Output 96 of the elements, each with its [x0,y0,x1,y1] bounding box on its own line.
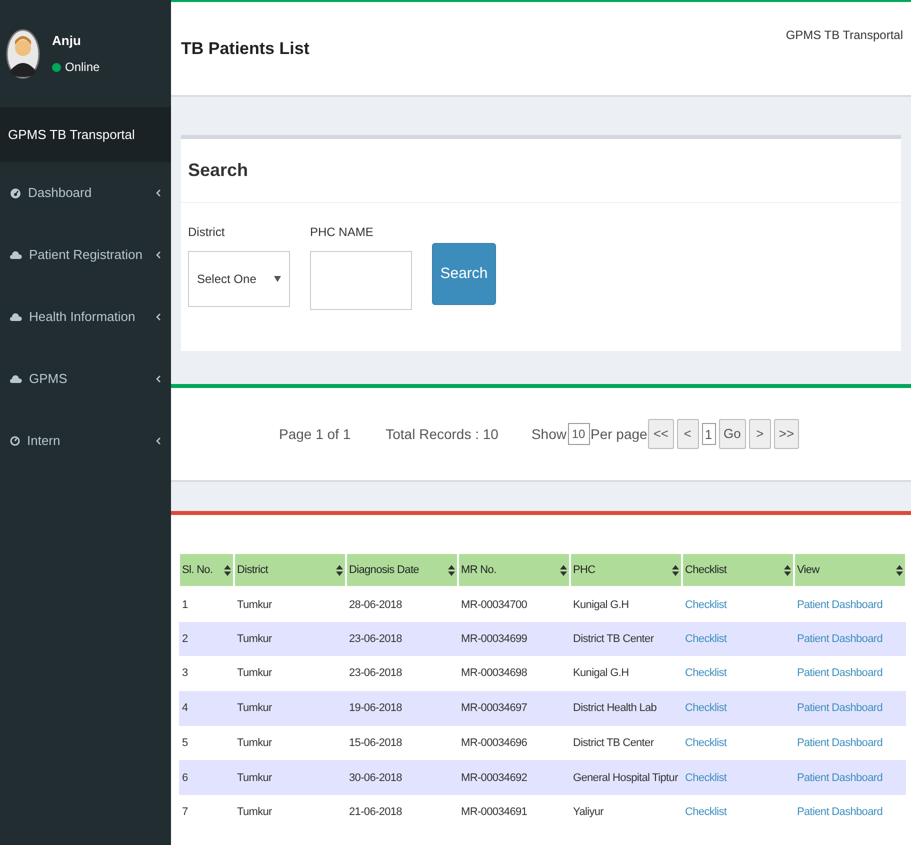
column-header[interactable]: View [794,553,906,587]
sort-icon [448,564,455,576]
table-link[interactable]: Checklist [685,806,727,818]
sort-icon [784,564,791,576]
table-cell: District TB Center [573,632,654,645]
phc-name-field[interactable] [310,251,412,310]
table-cell: 5 [182,736,188,749]
dashboard-icon [10,188,21,198]
sidebar-item[interactable]: GPMS [0,348,171,410]
sidebar-item[interactable]: Intern [0,410,171,472]
page-info: Page 1 of 1 [279,424,351,444]
pager-button[interactable]: < [676,419,699,449]
sort-icon [672,564,679,576]
sort-icon [560,564,567,576]
table-link[interactable]: Patient Dashboard [797,667,883,680]
per-page-label: Per page [590,424,648,444]
table-cell: MR-00034700 [461,598,528,611]
table-cell: 1 [182,598,188,611]
table-cell: Tumkur [237,632,272,645]
table-cell: 19-06-2018 [349,702,402,714]
table-cell: 30-06-2018 [349,772,402,784]
table-link[interactable]: Checklist [685,598,727,611]
per-page-field[interactable]: 10 [568,423,590,445]
table-cell: District Health Lab [573,702,657,714]
table-cell: MR-00034692 [461,772,528,784]
pager-button[interactable]: >> [774,419,800,449]
column-header[interactable]: Checklist [682,553,794,587]
table-cell: Tumkur [237,598,272,611]
header-brand: GPMS TB Transportal [786,27,903,44]
user-name: Anju [52,32,82,50]
column-header[interactable]: Sl. No. [179,553,234,587]
table-link[interactable]: Checklist [685,667,727,680]
table-cell: 23-06-2018 [349,632,402,645]
pager-button[interactable]: Go [718,419,746,449]
table-cell: District TB Center [573,736,654,749]
table-cell: 2 [182,632,188,645]
sidebar-item[interactable]: Health Information [0,286,171,348]
avatar-icon [6,28,40,78]
column-header[interactable]: Diagnosis Date [346,553,458,587]
pager-button[interactable]: << [648,419,674,449]
table-cell: 3 [182,667,188,680]
sidebar-item[interactable]: Dashboard [0,162,171,224]
table-link[interactable]: Patient Dashboard [797,736,883,749]
sidebar-item[interactable]: Patient Registration [0,224,171,286]
sort-icon [896,564,903,576]
table-cell: Tumkur [237,702,272,714]
table-cell: General Hospital Tiptur [573,772,678,784]
show-label: Show [531,424,566,444]
table-link[interactable]: Patient Dashboard [797,598,883,611]
table-cell: 7 [182,806,188,818]
table-cell: MR-00034696 [461,736,528,749]
table-link[interactable]: Patient Dashboard [797,806,883,818]
district-select[interactable]: Select One [188,251,290,307]
search-button[interactable]: Search [432,243,496,305]
chevron-left-icon [156,437,161,445]
field-label: District [188,224,226,241]
dropdown-icon [274,276,281,282]
column-header[interactable]: MR No. [458,553,570,587]
circle-icon [10,436,20,446]
table-cell: Tumkur [237,806,272,818]
chevron-left-icon [156,251,161,259]
table-cell: MR-00034698 [461,667,528,680]
chevron-left-icon [156,313,161,321]
table-cell: MR-00034699 [461,632,528,645]
cloud-icon [10,251,22,259]
table-link[interactable]: Checklist [685,736,727,749]
table-cell: Kunigal G.H [573,598,629,611]
page-title: TB Patients List [181,38,310,60]
table-cell: Tumkur [237,736,272,749]
table-cell: Kunigal G.H [573,667,629,680]
page-number-field[interactable]: 1 [702,423,716,445]
table-cell: Tumkur [237,772,272,784]
cloud-icon [10,313,22,321]
sort-icon [336,564,343,576]
column-header[interactable]: PHC [570,553,682,587]
pager-button[interactable]: > [748,419,771,449]
user-status: Online [65,59,100,76]
sidebar-brand: GPMS TB Transportal [8,126,135,144]
table-cell: 6 [182,772,188,784]
chevron-left-icon [156,189,161,197]
total-records: Total Records : 10 [386,424,498,444]
table-cell: MR-00034697 [461,702,528,714]
table-cell: 4 [182,702,188,714]
table-cell: 23-06-2018 [349,667,402,680]
sort-icon [224,564,231,576]
table-cell: 15-06-2018 [349,736,402,749]
chevron-left-icon [156,375,161,383]
table-cell: Yaliyur [573,806,604,818]
field-label: PHC NAME [310,224,374,241]
table-cell: Tumkur [237,667,272,680]
table-cell: 28-06-2018 [349,598,402,611]
card-title: Search [188,159,248,182]
table-cell: 21-06-2018 [349,806,402,818]
table-cell: MR-00034691 [461,806,528,818]
column-header[interactable]: District [234,553,346,587]
cloud-icon [10,375,22,383]
